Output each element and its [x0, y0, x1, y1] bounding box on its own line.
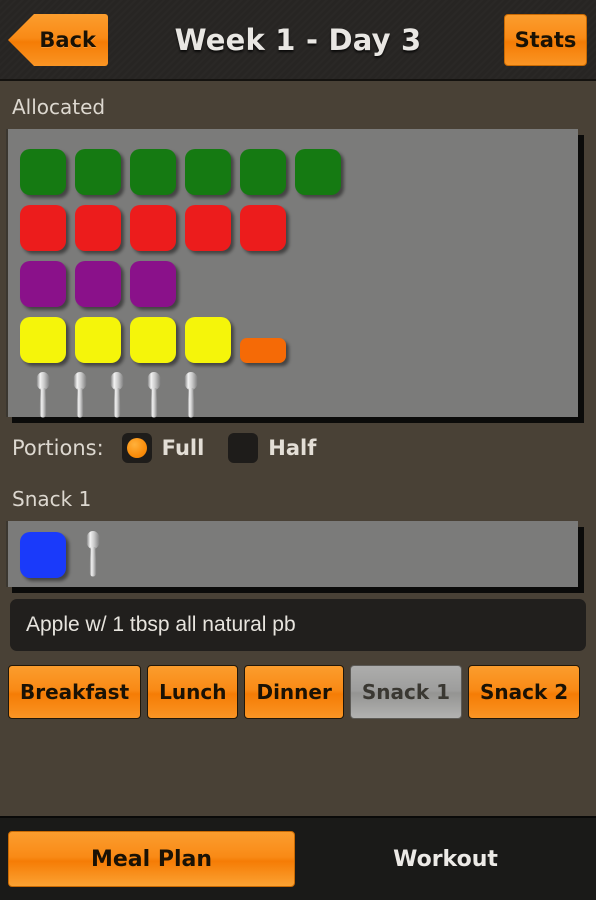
- meal-selector-buttons: Breakfast Lunch Dinner Snack 1 Snack 2: [0, 651, 596, 719]
- portion-tile[interactable]: [240, 149, 286, 195]
- spoon-icon: [86, 531, 100, 577]
- spoon-icon: [147, 372, 161, 418]
- meal-button-lunch[interactable]: Lunch: [147, 665, 239, 719]
- spoon-icon: [184, 372, 198, 418]
- meal-button-label: Lunch: [159, 680, 227, 704]
- meal-description-text: Apple w/ 1 tbsp all natural pb: [26, 613, 296, 636]
- portion-tile[interactable]: [20, 149, 66, 195]
- meal-button-snack-1[interactable]: Snack 1: [349, 665, 463, 719]
- portion-tile-half[interactable]: [240, 338, 286, 363]
- snack-section-label: Snack 1: [12, 487, 92, 511]
- portion-tile[interactable]: [185, 205, 231, 251]
- portion-tile[interactable]: [295, 149, 341, 195]
- meal-description-field[interactable]: Apple w/ 1 tbsp all natural pb: [10, 599, 586, 651]
- radio-full-box[interactable]: [121, 433, 152, 463]
- tab-label: Workout: [393, 846, 498, 872]
- spoon-icon: [110, 372, 124, 418]
- portion-tile[interactable]: [20, 205, 66, 251]
- spoon-row: [20, 363, 578, 419]
- portions-row: Portions: Full Half: [0, 417, 596, 463]
- portion-tile[interactable]: [75, 317, 121, 363]
- radio-half-box[interactable]: [228, 433, 259, 463]
- app-header: Back Week 1 - Day 3 Stats: [0, 0, 596, 81]
- back-button[interactable]: Back: [8, 14, 108, 66]
- portion-option-half[interactable]: Half: [228, 433, 316, 463]
- meal-button-dinner[interactable]: Dinner: [244, 665, 344, 719]
- spoon-icon: [73, 372, 87, 418]
- yellow-row: [20, 307, 578, 363]
- allocated-label: Allocated: [12, 95, 106, 119]
- allocated-tiles-panel[interactable]: [6, 129, 578, 419]
- green-row: [20, 139, 578, 195]
- snack-tiles-panel[interactable]: [6, 521, 578, 587]
- meal-button-snack-2[interactable]: Snack 2: [468, 665, 581, 719]
- purple-row: [20, 251, 578, 307]
- portion-full-label: Full: [161, 436, 205, 460]
- tab-workout[interactable]: Workout: [303, 831, 588, 887]
- meal-button-breakfast[interactable]: Breakfast: [8, 665, 142, 719]
- portion-tile[interactable]: [20, 317, 66, 363]
- portion-tile[interactable]: [20, 532, 66, 578]
- back-button-label: Back: [39, 28, 96, 52]
- portion-tile[interactable]: [130, 205, 176, 251]
- meal-button-label: Snack 1: [361, 680, 451, 704]
- bottom-tab-bar: Meal Plan Workout: [0, 816, 596, 900]
- tab-meal-plan[interactable]: Meal Plan: [8, 831, 295, 887]
- red-row: [20, 195, 578, 251]
- portion-half-label: Half: [268, 436, 317, 460]
- stats-button[interactable]: Stats: [504, 14, 587, 66]
- portion-tile[interactable]: [75, 205, 121, 251]
- portion-tile[interactable]: [130, 149, 176, 195]
- portion-tile[interactable]: [130, 261, 176, 307]
- portion-tile[interactable]: [20, 261, 66, 307]
- radio-selected-dot-icon: [126, 438, 147, 458]
- meal-plan-screen: Back Week 1 - Day 3 Stats Allocated Port…: [0, 0, 596, 900]
- portion-tile[interactable]: [75, 149, 121, 195]
- meal-button-label: Breakfast: [20, 680, 130, 704]
- portion-tile[interactable]: [185, 149, 231, 195]
- main-content: Allocated Portions: Full Half Snack 1 Ap…: [0, 81, 596, 816]
- portion-option-full[interactable]: Full: [121, 433, 205, 463]
- portion-tile[interactable]: [240, 205, 286, 251]
- snack-tile-row: [20, 530, 578, 578]
- meal-button-label: Snack 2: [480, 680, 569, 704]
- portion-tile[interactable]: [185, 317, 231, 363]
- stats-button-label: Stats: [514, 28, 577, 52]
- portions-label: Portions:: [12, 436, 104, 460]
- portion-tile[interactable]: [130, 317, 176, 363]
- spoon-icon: [36, 372, 50, 418]
- tab-label: Meal Plan: [90, 846, 213, 872]
- meal-button-label: Dinner: [256, 680, 332, 704]
- portion-tile[interactable]: [75, 261, 121, 307]
